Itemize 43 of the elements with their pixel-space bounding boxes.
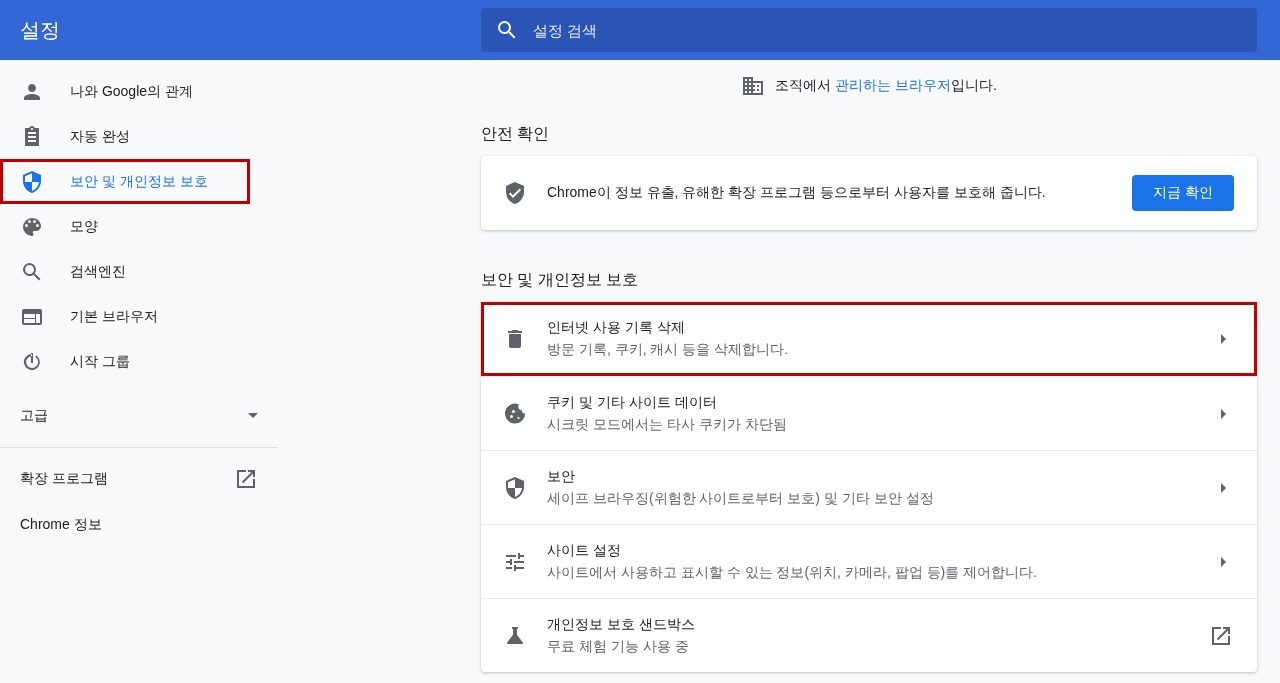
shield-icon [503, 475, 527, 500]
row-subtitle: 사이트에서 사용하고 표시할 수 있는 정보(위치, 카메라, 팝업 등)를 제어합니다. [547, 563, 1038, 582]
sidebar-item[interactable]: 모양 [0, 204, 250, 249]
managed-browser-notice: 조직에서 관리하는 브라우저 입니다. [775, 77, 997, 95]
sidebar-item[interactable]: 기본 브라우저 [0, 294, 250, 339]
sidebar-item[interactable]: 나와 Google의 관계 [0, 69, 250, 114]
row-title: 쿠키 및 기타 사이트 데이터 [547, 393, 718, 412]
row-subtitle: 세이프 브라우징(위험한 사이트로부터 보호) 및 기타 보안 설정 [547, 489, 935, 508]
managed-browser-link[interactable]: 관리하는 브라우저 [835, 77, 951, 93]
shield-icon [20, 169, 44, 194]
chevron-right-icon [1221, 482, 1226, 493]
sidebar-item[interactable]: 검색엔진 [0, 249, 250, 294]
row-subtitle: 무료 체험 기능 사용 중 [547, 637, 690, 656]
shield-check-icon [503, 181, 527, 205]
sidebar-item[interactable]: 보안 및 개인정보 보호 [0, 159, 250, 204]
sidebar-link[interactable]: Chrome 정보 [0, 502, 278, 548]
row-title: 보안 [547, 467, 576, 486]
row-title: 사이트 설정 [547, 541, 622, 560]
check-now-button[interactable]: 지금 확인 [1132, 175, 1234, 211]
row-subtitle: 방문 기록, 쿠키, 캐시 등을 삭제합니다. [547, 341, 790, 359]
sidebar-item[interactable]: 시작 그룹 [0, 339, 250, 384]
cookie-icon [503, 401, 527, 426]
row-subtitle: 시크릿 모드에서는 타사 쿠키가 차단됨 [547, 415, 788, 434]
sidebar-item[interactable]: 자동 완성 [0, 114, 250, 159]
safety-check-text: Chrome이 정보 유출, 유해한 확장 프로그램 등으로부터 사용자를 보호해 줍니다. [547, 184, 1047, 202]
settings-row[interactable]: 인터넷 사용 기록 삭제 방문 기록, 쿠키, 캐시 등을 삭제합니다. [481, 302, 1257, 376]
settings-row[interactable]: 사이트 설정 사이트에서 사용하고 표시할 수 있는 정보(위치, 카메라, 팝업 등)를 제어합니다. [481, 524, 1257, 598]
sidebar-link[interactable]: 확장 프로그램 [0, 456, 278, 502]
settings-row[interactable]: 쿠키 및 기타 사이트 데이터 시크릿 모드에서는 타사 쿠키가 차단됨 [481, 376, 1257, 450]
external-link-icon [234, 467, 258, 491]
chevron-right-icon [1221, 556, 1226, 567]
page-title: 설정 [19, 17, 61, 43]
section-heading: 안전 확인 [481, 123, 551, 144]
chevron-right-icon [1221, 334, 1226, 344]
section-heading: 보안 및 개인정보 보호 [481, 269, 640, 290]
building-icon [741, 74, 766, 98]
settings-row[interactable]: 보안 세이프 브라우징(위험한 사이트로부터 보호) 및 기타 보안 설정 [481, 450, 1257, 524]
advanced-section-toggle[interactable]: 고급 [0, 384, 278, 448]
chevron-right-icon [1221, 408, 1226, 419]
search-field[interactable]: 설정 검색 [481, 8, 1257, 52]
row-title: 인터넷 사용 기록 삭제 [547, 319, 686, 337]
row-title: 개인정보 보호 샌드박스 [547, 615, 696, 634]
settings-row[interactable]: 개인정보 보호 샌드박스 무료 체험 기능 사용 중 [481, 598, 1257, 672]
